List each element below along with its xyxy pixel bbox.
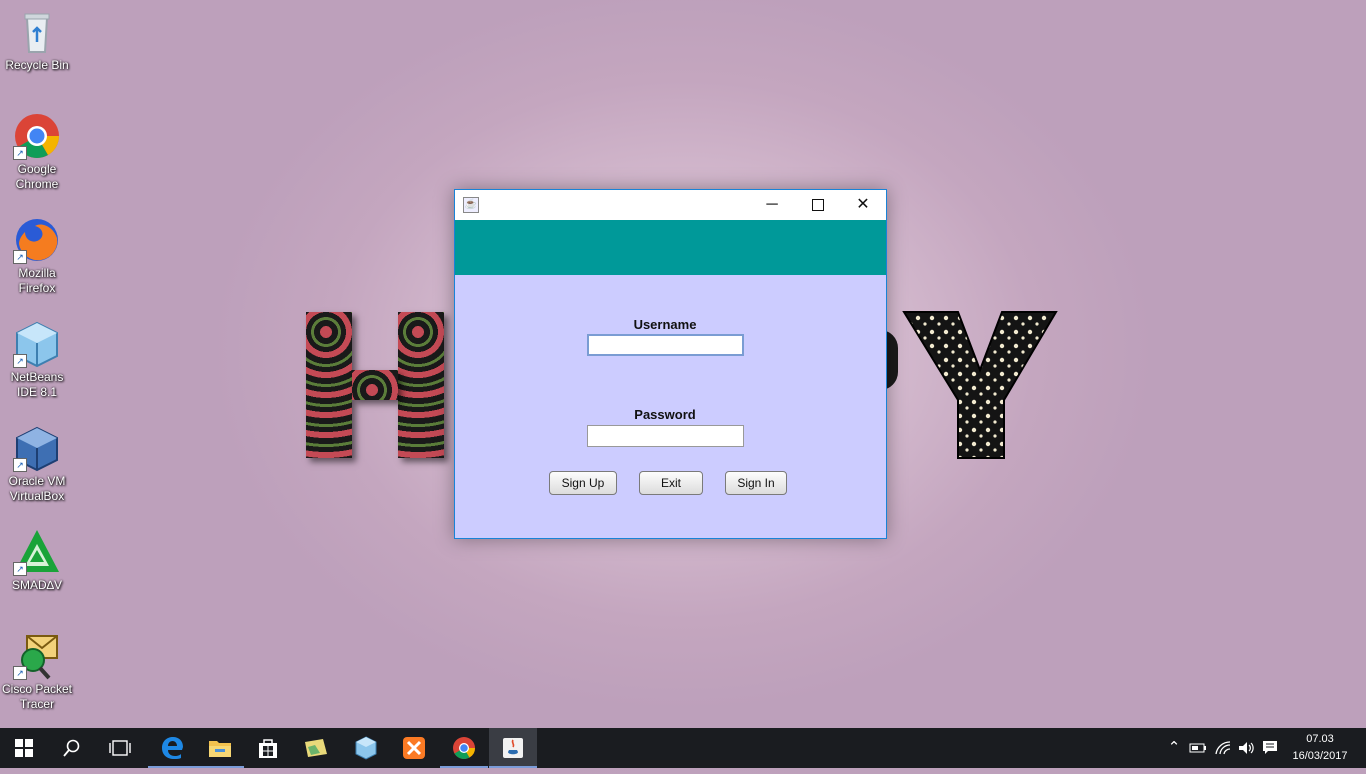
- close-button[interactable]: ✕: [840, 190, 886, 220]
- taskbar-file-explorer[interactable]: [196, 728, 244, 768]
- shortcut-arrow-icon: ↗: [13, 354, 27, 368]
- taskbar-photos[interactable]: [292, 728, 340, 768]
- search-icon: [63, 739, 80, 757]
- maximize-button[interactable]: [795, 190, 841, 220]
- folder-icon: [209, 741, 231, 757]
- desktop-icon-cisco-packet-tracer[interactable]: ↗ Cisco Packet Tracer: [0, 632, 74, 712]
- wallpaper-letter-h: [300, 300, 450, 460]
- desktop-icon-label: SMAD∆V: [11, 578, 62, 592]
- shortcut-arrow-icon: ↗: [13, 146, 27, 160]
- taskbar: ⌃ 07.03 16/03/2017: [0, 728, 1366, 768]
- desktop-icon-label: Recycle Bin: [5, 58, 69, 72]
- wallpaper-letter-y: [900, 300, 1060, 500]
- taskbar-chrome[interactable]: [440, 728, 488, 768]
- maximize-icon: [812, 198, 824, 211]
- battery-icon: [1189, 743, 1206, 753]
- packet-tracer-icon: ↗: [13, 632, 61, 680]
- virtualbox-icon: ↗: [13, 424, 61, 472]
- login-form: Username Password Sign Up Exit Sign In: [455, 275, 886, 538]
- sign-up-button[interactable]: Sign Up: [549, 471, 617, 495]
- shortcut-arrow-icon: ↗: [13, 666, 27, 680]
- exit-button[interactable]: Exit: [639, 471, 703, 495]
- chevron-up-icon: ⌃: [1167, 739, 1181, 756]
- chrome-icon: [453, 737, 475, 759]
- taskbar-xampp[interactable]: [390, 728, 438, 768]
- taskbar-store[interactable]: [244, 728, 292, 768]
- task-view-button[interactable]: [96, 728, 144, 768]
- desktop-icon-virtualbox[interactable]: ↗ Oracle VM VirtualBox: [0, 424, 74, 504]
- header-banner: [455, 220, 886, 275]
- username-input[interactable]: [587, 334, 744, 356]
- volume-icon: [1239, 742, 1254, 754]
- clock[interactable]: 07.03 16/03/2017: [1288, 731, 1352, 765]
- desktop-icon-label: Mozilla Firefox: [18, 266, 56, 295]
- shortcut-arrow-icon: ↗: [13, 250, 27, 264]
- edge-icon: [162, 737, 183, 759]
- desktop-icon-label: Google Chrome: [15, 162, 59, 191]
- desktop-icon-label: Oracle VM VirtualBox: [8, 474, 66, 503]
- minimize-icon: ─: [766, 196, 778, 213]
- store-icon: [259, 739, 277, 758]
- password-input[interactable]: [587, 425, 744, 447]
- recycle-bin-icon: [13, 8, 61, 56]
- netbeans-icon: ↗: [13, 320, 61, 368]
- action-center-button[interactable]: [1258, 728, 1282, 768]
- java-icon: [503, 738, 523, 758]
- desktop-icon-label: Cisco Packet Tracer: [1, 682, 73, 711]
- firefox-icon: ↗: [13, 216, 61, 264]
- username-label: Username: [633, 317, 697, 332]
- task-view-icon: [109, 740, 131, 756]
- notification-icon: [1263, 741, 1277, 754]
- shortcut-arrow-icon: ↗: [13, 562, 27, 576]
- desktop-icon-recycle-bin[interactable]: Recycle Bin: [0, 8, 74, 73]
- taskbar-netbeans[interactable]: [342, 728, 390, 768]
- clock-date: 16/03/2017: [1292, 750, 1348, 762]
- battery-tray[interactable]: [1186, 728, 1210, 768]
- password-label: Password: [634, 407, 696, 422]
- clock-time: 07.03: [1306, 733, 1334, 745]
- windows-logo-icon: [15, 739, 33, 757]
- java-app-icon: ☕: [463, 197, 479, 213]
- taskbar-java[interactable]: [489, 728, 537, 768]
- show-hidden-icons-button[interactable]: ⌃: [1164, 728, 1184, 768]
- minimize-button[interactable]: ─: [749, 190, 795, 220]
- chrome-icon: ↗: [13, 112, 61, 160]
- volume-tray[interactable]: [1236, 728, 1258, 768]
- window-titlebar[interactable]: ☕ ─ ✕: [455, 190, 886, 220]
- smadav-icon: ↗: [13, 528, 61, 576]
- xampp-icon: [403, 737, 425, 759]
- netbeans-icon: [355, 736, 377, 760]
- desktop-icon-google-chrome[interactable]: ↗ Google Chrome: [0, 112, 74, 192]
- desktop-icon-mozilla-firefox[interactable]: ↗ Mozilla Firefox: [0, 216, 74, 296]
- login-window: ☕ ─ ✕ Username Password Sign Up Exit Sig…: [454, 189, 887, 539]
- desktop-icon-netbeans[interactable]: ↗ NetBeans IDE 8.1: [0, 320, 74, 400]
- desktop-icon-smadav[interactable]: ↗ SMAD∆V: [0, 528, 74, 593]
- photos-icon: [305, 739, 327, 757]
- taskbar-edge[interactable]: [148, 728, 196, 768]
- start-button[interactable]: [0, 728, 48, 768]
- close-icon: ✕: [856, 196, 870, 213]
- desktop-icon-label: NetBeans IDE 8.1: [10, 370, 64, 399]
- network-tray[interactable]: [1212, 728, 1236, 768]
- sign-in-button[interactable]: Sign In: [725, 471, 787, 495]
- wifi-icon: [1215, 741, 1231, 755]
- search-button[interactable]: [48, 728, 96, 768]
- shortcut-arrow-icon: ↗: [13, 458, 27, 472]
